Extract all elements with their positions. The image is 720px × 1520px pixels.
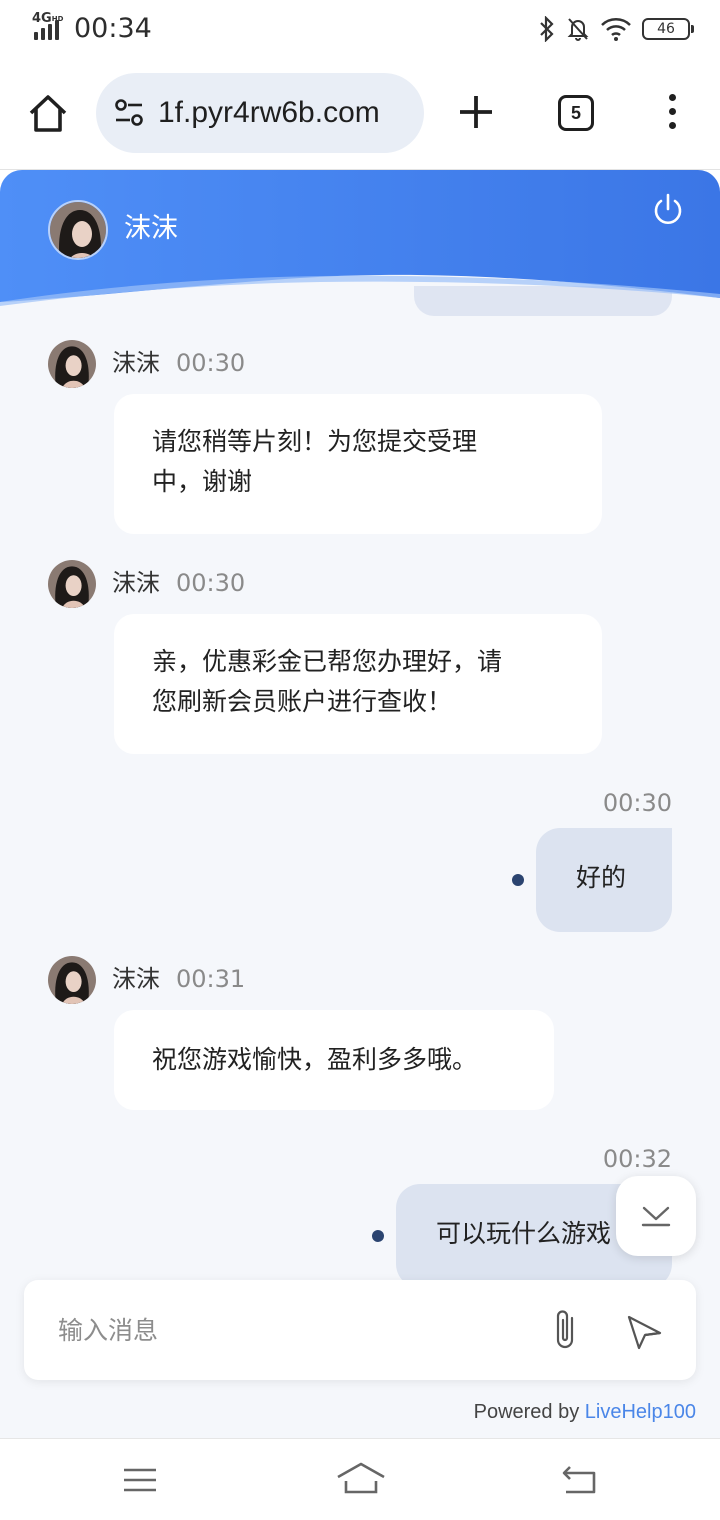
avatar xyxy=(48,560,96,608)
message-meta: 沫沫 00:30 xyxy=(112,568,245,598)
tabs-icon[interactable]: 5 xyxy=(558,95,594,131)
sender-name: 沫沫 xyxy=(112,349,160,377)
status-time: 00:34 xyxy=(74,13,152,44)
message-input[interactable] xyxy=(58,1308,518,1352)
avatar xyxy=(48,340,96,388)
battery-icon: 46 xyxy=(642,18,694,40)
nav-home-icon[interactable] xyxy=(336,1461,386,1495)
power-icon[interactable] xyxy=(650,192,686,228)
message-meta: 沫沫 00:30 xyxy=(112,348,245,378)
send-icon[interactable] xyxy=(624,1312,664,1352)
message-time: 00:30 xyxy=(602,789,672,817)
incoming-message: 请您稍等片刻！为您提交受理 中，谢谢 xyxy=(114,394,602,534)
agent-name: 沫沫 xyxy=(124,213,178,244)
incoming-message: 祝您游戏愉快，盈利多多哦。 xyxy=(114,1010,554,1110)
nav-back-icon[interactable] xyxy=(560,1463,598,1495)
read-status-dot xyxy=(512,874,524,886)
read-status-dot xyxy=(372,1230,384,1242)
message-time: 00:32 xyxy=(602,1145,672,1173)
message-text-line: 亲，优惠彩金已帮您办理好，请 xyxy=(152,647,503,676)
powered-by-label: Powered by xyxy=(473,1401,580,1423)
chat-header: 沫沫 xyxy=(0,170,720,310)
sender-name: 沫沫 xyxy=(112,569,160,597)
wifi-icon xyxy=(601,18,631,41)
cellular-signal-icon: 4GHD xyxy=(32,12,68,42)
message-text: 可以玩什么游戏 xyxy=(436,1219,612,1248)
message-text-line: 您刷新会员账户进行查收！ xyxy=(152,687,453,716)
mute-bell-icon xyxy=(567,18,589,41)
message-text: 祝您游戏愉快，盈利多多哦。 xyxy=(152,1045,478,1074)
message-text-line: 中，谢谢 xyxy=(152,467,253,496)
powered-by: Powered by LiveHelp100 xyxy=(474,1400,696,1424)
avatar xyxy=(48,956,96,1004)
sender-name: 沫沫 xyxy=(112,965,160,993)
header-wave xyxy=(0,170,720,306)
plus-icon[interactable] xyxy=(456,92,496,132)
message-time: 00:30 xyxy=(176,349,246,377)
home-icon[interactable] xyxy=(26,92,70,136)
status-bar: 4GHD 00:34 46 xyxy=(0,0,720,60)
browser-toolbar: 1f.pyr4rw6b.com 5 xyxy=(0,60,720,170)
outgoing-message: 好的 xyxy=(536,828,672,932)
battery-level: 46 xyxy=(657,21,675,37)
system-nav-bar xyxy=(0,1438,720,1520)
powered-by-link[interactable]: LiveHelp100 xyxy=(585,1401,696,1423)
address-bar[interactable]: 1f.pyr4rw6b.com xyxy=(96,73,424,153)
agent-avatar xyxy=(48,200,108,260)
message-meta: 沫沫 00:31 xyxy=(112,964,245,994)
site-settings-icon[interactable] xyxy=(114,99,144,127)
url-text[interactable]: 1f.pyr4rw6b.com xyxy=(158,93,380,133)
incoming-message: 亲，优惠彩金已帮您办理好，请 您刷新会员账户进行查收！ xyxy=(114,614,602,754)
bluetooth-icon xyxy=(540,16,554,42)
scroll-down-icon xyxy=(641,1206,671,1227)
attach-icon[interactable] xyxy=(550,1308,580,1352)
nav-menu-icon[interactable] xyxy=(122,1465,158,1495)
scroll-to-bottom-button[interactable] xyxy=(616,1176,696,1256)
message-time: 00:31 xyxy=(176,965,246,993)
message-composer xyxy=(24,1280,696,1380)
message-time: 00:30 xyxy=(176,569,246,597)
more-icon[interactable] xyxy=(664,94,680,134)
message-text-line: 请您稍等片刻！为您提交受理 xyxy=(152,427,478,456)
tab-count: 5 xyxy=(570,102,581,123)
message-text: 好的 xyxy=(576,863,627,892)
chat-window: 沫沫 沫沫 00:30 请您稍等片刻！为您提交受理 中，谢谢 沫沫 00:30 亲，… xyxy=(0,170,720,1438)
